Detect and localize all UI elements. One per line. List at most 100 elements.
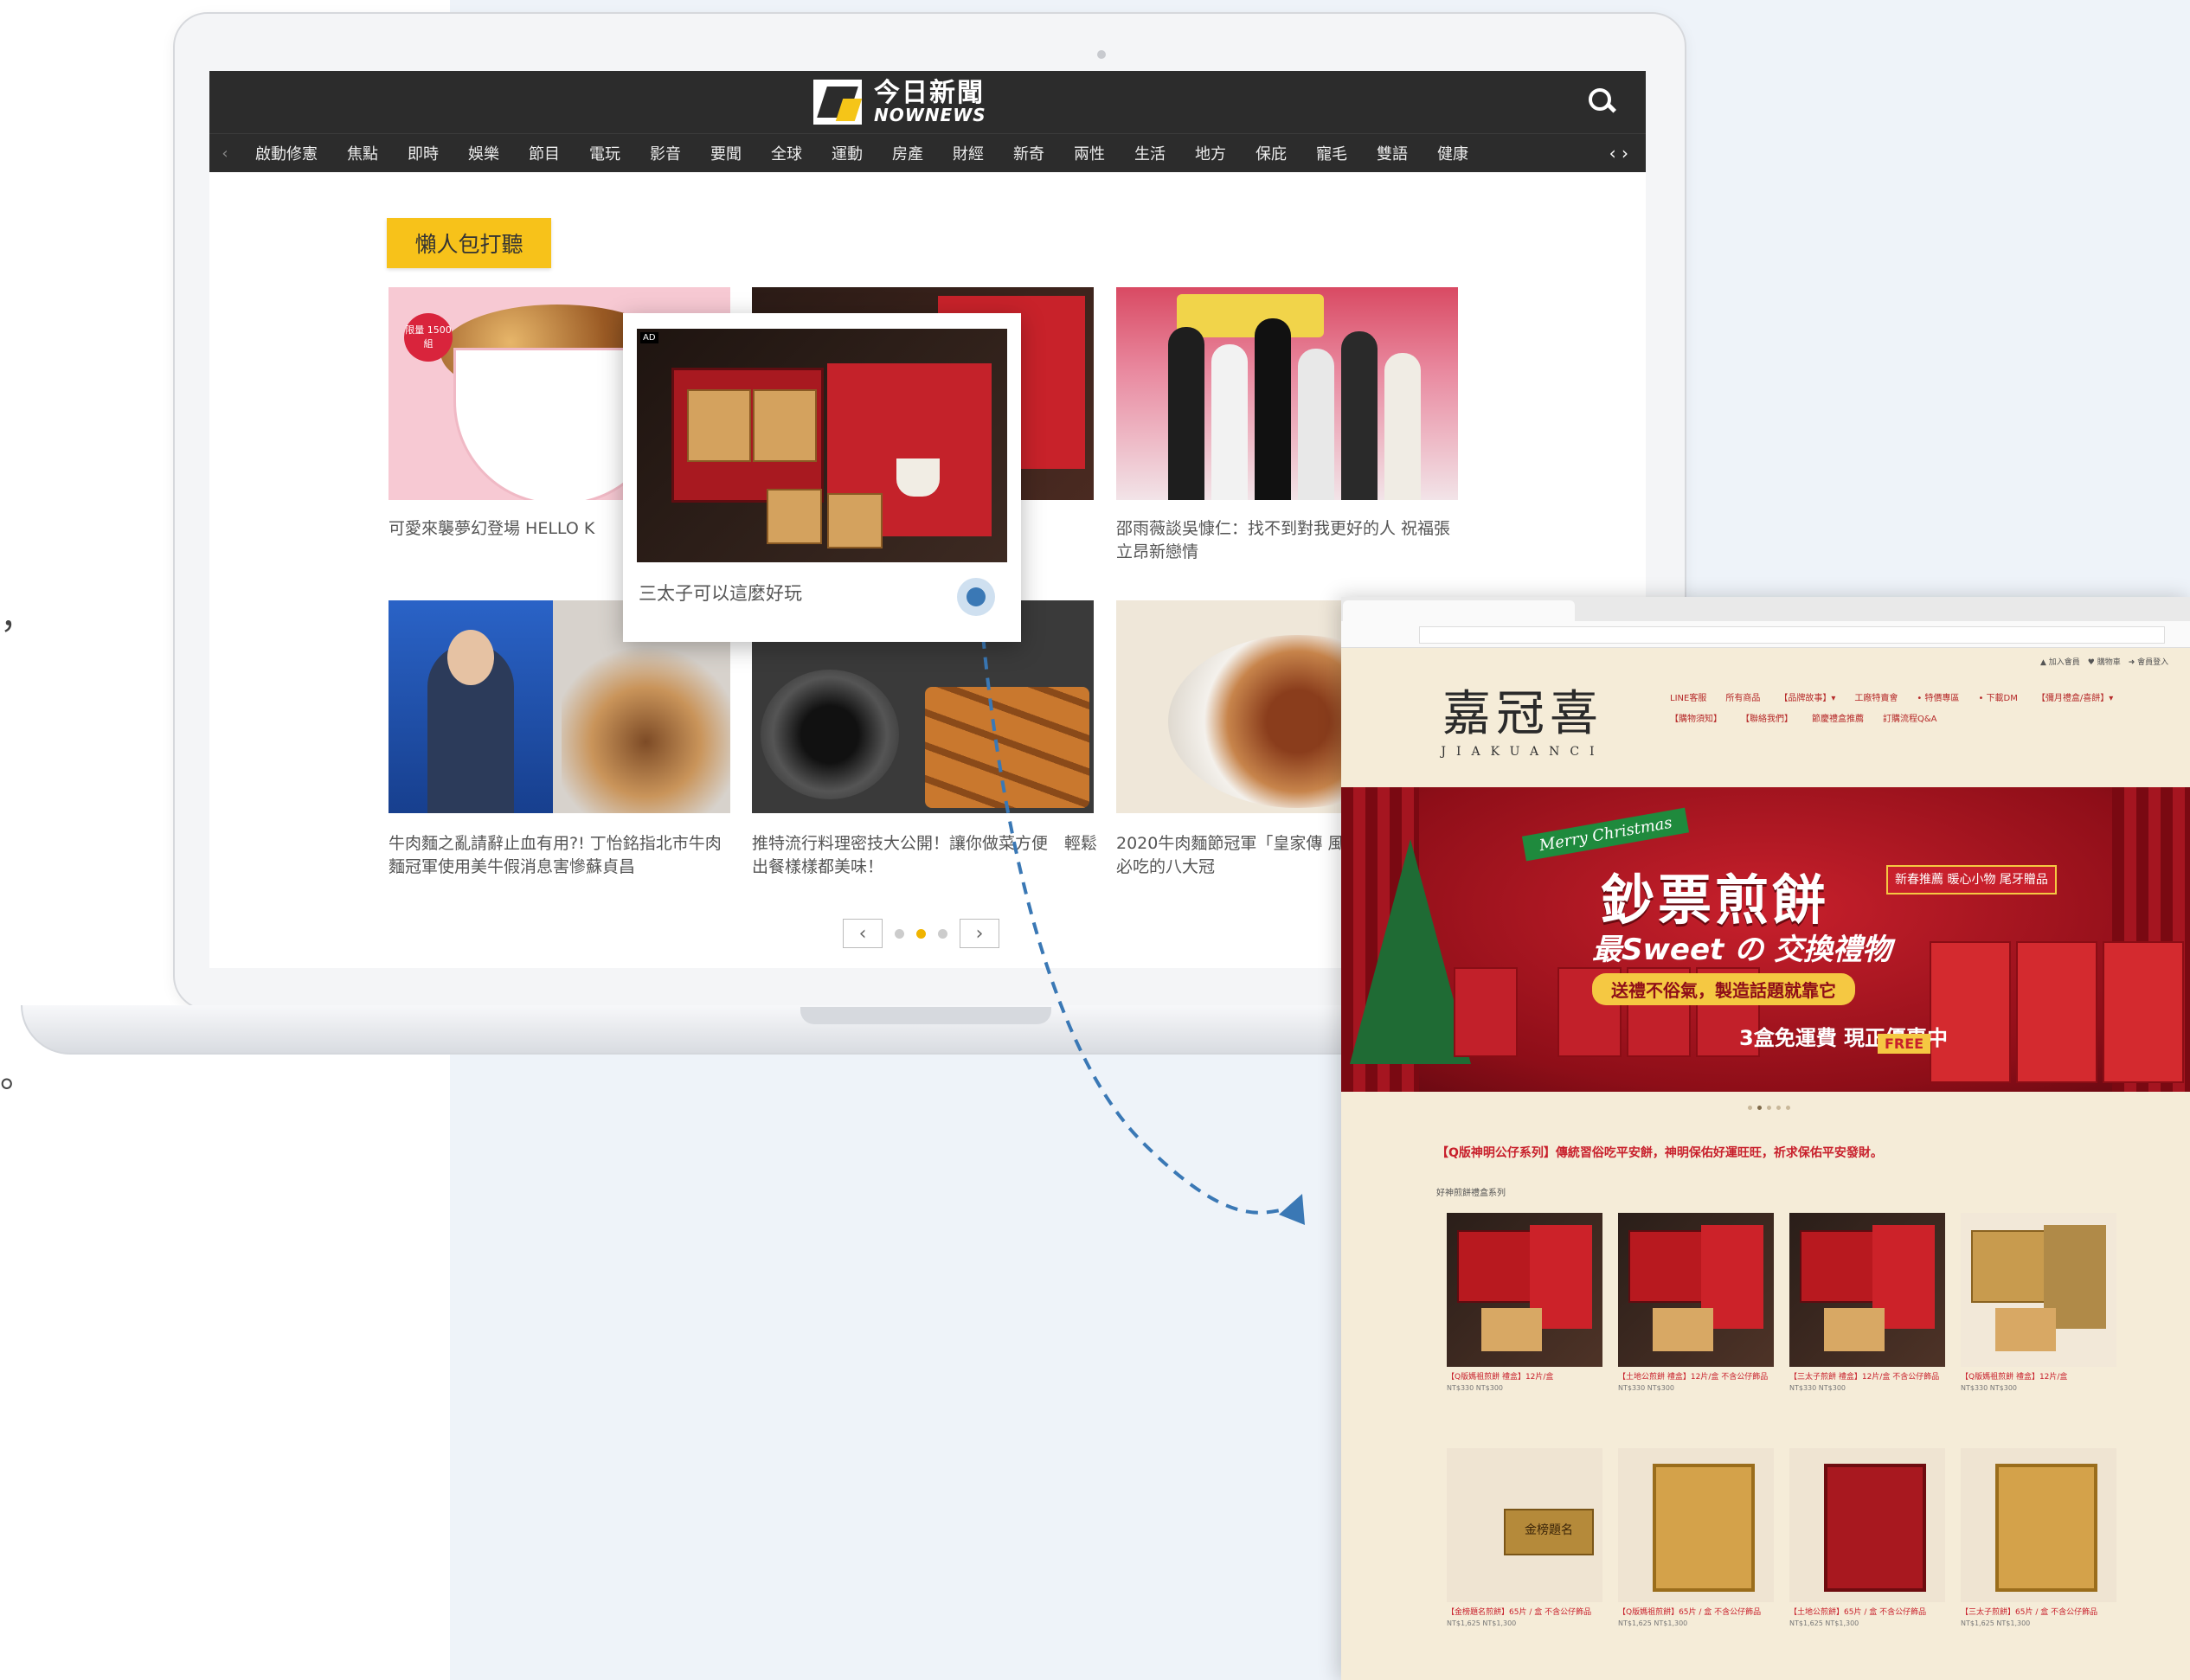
nav-item[interactable]: 娛樂 — [453, 142, 514, 164]
product-card[interactable]: 【Q版媽祖煎餅 禮盒】12片/盒 NT$330 NT$300 — [1447, 1213, 1602, 1393]
shop-nav-item[interactable]: 【品牌故事】▾ — [1779, 689, 1835, 709]
pager-dot[interactable] — [938, 928, 947, 939]
product-image[interactable] — [1618, 1213, 1774, 1367]
ad-popup-card[interactable]: AD 三太子可以這麼好玩 — [623, 313, 1021, 642]
product-image[interactable] — [1789, 1213, 1945, 1367]
product-card[interactable]: 【土地公煎餅】65片 / 盒 不含公仔飾品 NT$1,625 NT$1,300 — [1789, 1448, 1945, 1628]
free-shipping-badge: FREE — [1878, 1034, 1931, 1054]
shop-nav-item[interactable]: 【聯絡我們】 — [1741, 709, 1793, 730]
pager-prev-button[interactable]: ‹ — [843, 919, 883, 948]
nav-item[interactable]: 運動 — [817, 142, 877, 164]
hero-dot[interactable] — [1748, 1106, 1752, 1110]
shop-browser-window: ▲ 加入會員 ♥ 購物車 ➜ 會員登入 嘉冠喜 JIAKUANCI LINE客服… — [1341, 597, 2190, 1680]
shop-nav-item[interactable]: • 下載DM — [1978, 689, 2017, 709]
url-field[interactable] — [1419, 626, 2165, 644]
carousel-pager: ‹ › — [843, 919, 999, 948]
hotspot-pin-icon[interactable] — [957, 578, 995, 616]
product-image[interactable] — [1618, 1448, 1774, 1602]
nav-item[interactable]: 雙語 — [1362, 142, 1423, 164]
nav-item[interactable]: 保庇 — [1241, 142, 1301, 164]
nav-item[interactable]: 全球 — [756, 142, 817, 164]
product-name[interactable]: 【土地公煎餅】65片 / 盒 不含公仔飾品 — [1789, 1607, 1945, 1619]
nav-item[interactable]: 健康 — [1423, 142, 1483, 164]
product-name[interactable]: 【三太子煎餅】65片 / 盒 不含公仔飾品 — [1961, 1607, 2116, 1619]
ad-label: AD — [640, 332, 658, 343]
nav-item[interactable]: 兩性 — [1059, 142, 1120, 164]
pager-dot[interactable] — [895, 928, 904, 939]
product-price: NT$1,625 NT$1,300 — [1618, 1619, 1688, 1627]
product-card[interactable]: 【Q版媽祖煎餅】65片 / 盒 不含公仔飾品 NT$1,625 NT$1,300 — [1618, 1448, 1774, 1628]
product-price: NT$1,625 NT$1,300 — [1789, 1619, 1859, 1627]
nav-item[interactable]: 寵毛 — [1301, 142, 1362, 164]
search-icon[interactable] — [1587, 87, 1616, 116]
hero-dot[interactable] — [1767, 1106, 1771, 1110]
shop-logo[interactable]: 嘉冠喜 JIAKUANCI — [1419, 675, 1627, 759]
card-image-stars[interactable] — [1116, 287, 1458, 500]
product-image[interactable] — [1447, 1213, 1602, 1367]
hero-pill: 送禮不俗氣，製造話題就靠它 — [1592, 973, 1855, 1005]
pager-next-button[interactable]: › — [960, 919, 999, 948]
nav-item[interactable]: 房產 — [877, 142, 938, 164]
nownews-logo[interactable]: 今日新聞 NOWNEWS — [813, 80, 986, 125]
nownews-logo-cn: 今日新聞 — [874, 78, 985, 108]
shop-nav-item[interactable]: 所有商品 — [1725, 689, 1760, 709]
nav-item[interactable]: 電玩 — [575, 142, 635, 164]
pager-dot-active[interactable] — [916, 928, 926, 939]
shop-nav-item[interactable]: LINE客服 — [1670, 689, 1706, 709]
product-card[interactable]: 【土地公煎餅 禮盒】12片/盒 不含公仔飾品 NT$330 NT$300 — [1618, 1213, 1774, 1393]
nav-item[interactable]: 地方 — [1180, 142, 1241, 164]
product-name[interactable]: 【Q版媽祖煎餅 禮盒】12片/盒 — [1961, 1372, 2116, 1383]
browser-urlbar — [1341, 621, 2190, 648]
browser-tab[interactable] — [1343, 600, 1575, 621]
nav-item[interactable]: 焦點 — [332, 142, 393, 164]
product-card[interactable]: 【三太子煎餅】65片 / 盒 不含公仔飾品 NT$1,625 NT$1,300 — [1961, 1448, 2116, 1628]
product-image[interactable] — [1961, 1448, 2116, 1602]
ad-image[interactable]: AD — [637, 329, 1007, 562]
limited-tag: 限量 1500組 — [404, 313, 453, 362]
shop-top-links[interactable]: ▲ 加入會員 ♥ 購物車 ➜ 會員登入 — [2040, 656, 2168, 667]
card-caption[interactable]: 牛肉麵之亂請辭止血有用?! 丁怡銘指北市牛肉麵冠軍使用美牛假消息害慘蘇貞昌 — [389, 832, 735, 879]
nav-item[interactable]: 財經 — [938, 142, 999, 164]
product-card[interactable]: 金榜題名 【金榜題名煎餅】65片 / 盒 不含公仔飾品 NT$1,625 NT$… — [1447, 1448, 1602, 1628]
nav-item[interactable]: 即時 — [393, 142, 453, 164]
shop-nav-item[interactable]: 【購物須知】 — [1670, 709, 1722, 730]
nav-items: 啟動修憲 焦點 即時 娛樂 節目 電玩 影音 要聞 全球 運動 房產 財經 新奇 兩性 生活 地方 保庇 寵毛 雙語… — [241, 142, 1609, 164]
nav-item[interactable]: 啟動修憲 — [241, 142, 332, 164]
product-image[interactable] — [1961, 1213, 2116, 1367]
product-card[interactable]: 【Q版媽祖煎餅 禮盒】12片/盒 NT$330 NT$300 — [1961, 1213, 2116, 1393]
product-name[interactable]: 【土地公煎餅 禮盒】12片/盒 不含公仔飾品 — [1618, 1372, 1774, 1383]
nav-prev-icon[interactable]: ‹ — [209, 144, 241, 163]
shop-nav-item[interactable]: 工廠特賣會 — [1854, 689, 1898, 709]
nav-item[interactable]: 生活 — [1120, 142, 1180, 164]
shop-nav-item[interactable]: 【彌月禮盒/喜餅】▾ — [2037, 689, 2113, 709]
shop-nav-item[interactable]: 訂購流程Q&A — [1883, 709, 1937, 730]
product-price: NT$330 NT$300 — [1447, 1384, 1504, 1392]
hero-dots — [1748, 1106, 1790, 1110]
nownews-header: 今日新聞 NOWNEWS — [209, 71, 1646, 133]
nav-item[interactable]: 要聞 — [696, 142, 756, 164]
hero-dot-active[interactable] — [1757, 1106, 1762, 1110]
nav-item[interactable]: 新奇 — [999, 142, 1059, 164]
product-name[interactable]: 【Q版媽祖煎餅 禮盒】12片/盒 — [1447, 1372, 1602, 1383]
hero-dot[interactable] — [1776, 1106, 1781, 1110]
card-caption[interactable]: 推特流行料理密技大公開！讓你做菜方便 輕鬆出餐樣樣都美味！ — [752, 832, 1098, 879]
product-image[interactable]: 金榜題名 — [1447, 1448, 1602, 1602]
christmas-tree-icon — [1350, 839, 1471, 1064]
ad-caption: 三太子可以這麼好玩 — [639, 583, 802, 604]
browser-tabbar — [1341, 597, 2190, 621]
product-name[interactable]: 【Q版媽祖煎餅】65片 / 盒 不含公仔飾品 — [1618, 1607, 1774, 1619]
left-glyph-comma: ， — [0, 597, 35, 637]
nav-more-icon[interactable]: ‹ › — [1609, 143, 1646, 164]
hero-dot[interactable] — [1786, 1106, 1790, 1110]
product-image[interactable] — [1789, 1448, 1945, 1602]
product-card[interactable]: 【三太子煎餅 禮盒】12片/盒 不含公仔飾品 NT$330 NT$300 — [1789, 1213, 1945, 1393]
product-name[interactable]: 【金榜題名煎餅】65片 / 盒 不含公仔飾品 — [1447, 1607, 1602, 1619]
hero-banner[interactable]: Merry Christmas 鈔票煎餅 最Sweet の 交換禮物 送禮不俗氣… — [1341, 787, 2190, 1092]
product-name[interactable]: 【三太子煎餅 禮盒】12片/盒 不含公仔飾品 — [1789, 1372, 1945, 1383]
nav-item[interactable]: 影音 — [635, 142, 696, 164]
product-price: NT$1,625 NT$1,300 — [1447, 1619, 1517, 1627]
nav-item[interactable]: 節目 — [514, 142, 575, 164]
shop-nav-item[interactable]: 節慶禮盒推薦 — [1812, 709, 1864, 730]
shop-nav-item[interactable]: • 特價專區 — [1917, 689, 1959, 709]
card-caption[interactable]: 邵雨薇談吳慷仁：找不到對我更好的人 祝福張立昂新戀情 — [1116, 517, 1462, 564]
